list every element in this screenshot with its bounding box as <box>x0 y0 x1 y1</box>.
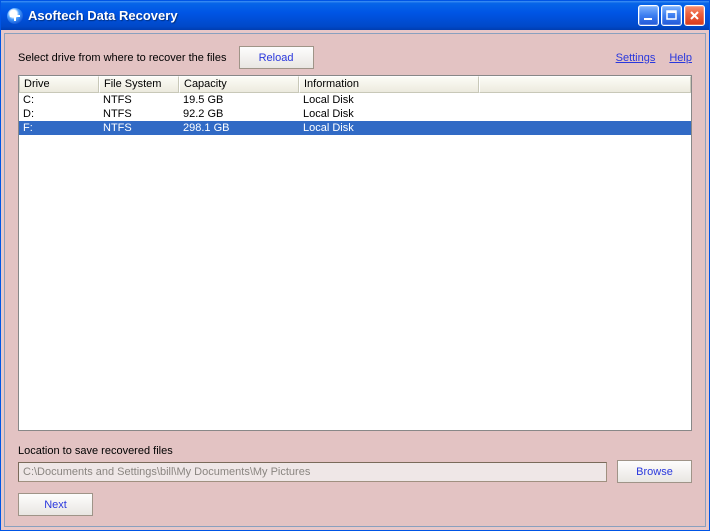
table-cell: Local Disk <box>299 108 479 120</box>
table-cell: NTFS <box>99 122 179 134</box>
close-icon <box>688 9 701 22</box>
table-cell: D: <box>19 108 99 120</box>
minimize-icon <box>642 9 655 22</box>
table-cell: C: <box>19 94 99 106</box>
table-cell: Local Disk <box>299 122 479 134</box>
list-body: C:NTFS19.5 GBLocal DiskD:NTFS92.2 GBLoca… <box>19 93 691 430</box>
drive-list[interactable]: Drive File System Capacity Information C… <box>18 75 692 431</box>
table-cell: 19.5 GB <box>179 94 299 106</box>
col-capacity[interactable]: Capacity <box>179 76 299 93</box>
client-area: Select drive from where to recover the f… <box>4 33 706 527</box>
col-spacer[interactable] <box>479 76 691 93</box>
help-link[interactable]: Help <box>669 52 692 64</box>
table-cell: NTFS <box>99 108 179 120</box>
settings-link[interactable]: Settings <box>616 52 656 64</box>
table-cell: Local Disk <box>299 94 479 106</box>
table-row[interactable]: D:NTFS92.2 GBLocal Disk <box>19 107 691 121</box>
table-row[interactable]: C:NTFS19.5 GBLocal Disk <box>19 93 691 107</box>
app-window: Asoftech Data Recovery Select drive from… <box>0 0 710 531</box>
minimize-button[interactable] <box>638 5 659 26</box>
app-icon <box>7 8 23 24</box>
table-cell: F: <box>19 122 99 134</box>
location-row: Browse <box>18 460 692 483</box>
table-cell: 92.2 GB <box>179 108 299 120</box>
close-button[interactable] <box>684 5 705 26</box>
table-cell: 298.1 GB <box>179 122 299 134</box>
location-input[interactable] <box>18 462 607 482</box>
top-row: Select drive from where to recover the f… <box>18 46 692 69</box>
window-title: Asoftech Data Recovery <box>28 8 638 23</box>
col-information[interactable]: Information <box>299 76 479 93</box>
browse-button[interactable]: Browse <box>617 460 692 483</box>
window-controls <box>638 5 705 26</box>
col-drive[interactable]: Drive <box>19 76 99 93</box>
col-filesystem[interactable]: File System <box>99 76 179 93</box>
reload-button[interactable]: Reload <box>239 46 314 69</box>
titlebar: Asoftech Data Recovery <box>1 1 709 30</box>
list-header: Drive File System Capacity Information <box>19 76 691 93</box>
maximize-icon <box>665 9 678 22</box>
table-row[interactable]: F:NTFS298.1 GBLocal Disk <box>19 121 691 135</box>
maximize-button[interactable] <box>661 5 682 26</box>
location-label: Location to save recovered files <box>18 445 692 457</box>
prompt-label: Select drive from where to recover the f… <box>18 52 226 64</box>
next-button[interactable]: Next <box>18 493 93 516</box>
table-cell: NTFS <box>99 94 179 106</box>
